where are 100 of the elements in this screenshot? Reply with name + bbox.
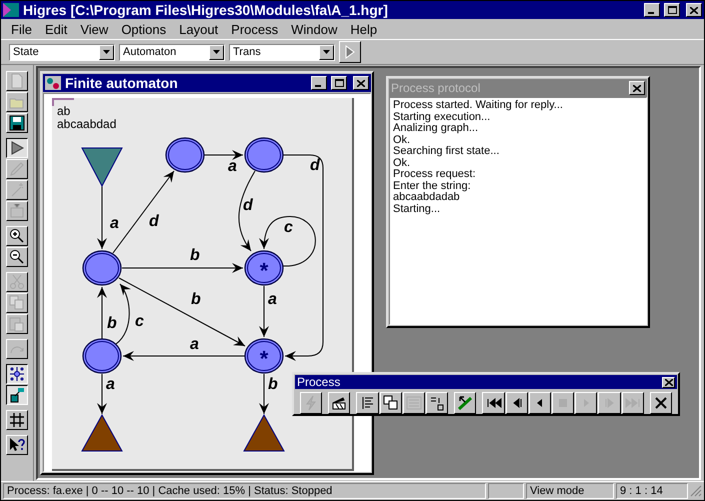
zoom-out-icon	[9, 249, 25, 265]
minimize-button[interactable]	[644, 3, 660, 17]
input-string: ab	[57, 104, 70, 118]
menu-item[interactable]: Layout	[175, 22, 228, 36]
process-button[interactable]	[380, 392, 402, 414]
menu-item[interactable]: File	[7, 22, 41, 36]
menu-item[interactable]: View	[76, 22, 118, 36]
maximize-button[interactable]	[331, 76, 347, 90]
menu-item[interactable]: Edit	[40, 22, 76, 36]
transition-label: c	[135, 313, 144, 330]
play-icon	[345, 45, 355, 59]
transition-label: a	[190, 336, 199, 353]
document-icon	[9, 73, 25, 89]
status-mode: View mode	[526, 483, 614, 499]
dropdown[interactable]: Trans	[229, 44, 335, 60]
close-icon	[652, 395, 669, 411]
close-icon	[664, 378, 672, 386]
process-button[interactable]	[426, 392, 448, 414]
end-triangle	[81, 414, 123, 452]
clapperboard-icon	[331, 395, 348, 411]
window-title: Finite automaton	[65, 75, 179, 91]
status-text: Process: fa.exe | 0 -- 10 -- 10 | Cache used: 15% | Status: Stopped	[3, 483, 486, 499]
state-node	[165, 137, 205, 173]
play-button[interactable]	[339, 41, 361, 63]
state-node	[82, 250, 122, 286]
copy-icon	[9, 295, 25, 311]
magic-wand-icon	[9, 182, 25, 198]
process-button[interactable]	[356, 392, 379, 414]
log-line: Process started. Waiting for reply...	[393, 99, 563, 111]
numbered-list-icon	[429, 395, 446, 411]
dropdown[interactable]: Automaton	[119, 44, 225, 60]
transition-label: b	[268, 376, 278, 393]
maximize-icon	[668, 6, 676, 14]
caret-icon	[213, 50, 220, 54]
transition-label: c	[284, 219, 293, 236]
transition-label: d	[310, 157, 320, 174]
log-line: abcaabdadab	[393, 191, 460, 203]
transition-arrow	[259, 374, 269, 414]
maximize-button[interactable]	[664, 3, 680, 17]
node-layout-icon	[9, 366, 25, 382]
transition-label: b	[191, 291, 201, 308]
transition-label: d	[149, 213, 159, 230]
process-button[interactable]	[482, 392, 505, 414]
menu-item[interactable]: Process	[227, 22, 288, 36]
process-button[interactable]	[454, 392, 476, 414]
close-button[interactable]	[629, 81, 645, 95]
close-button[interactable]	[353, 76, 369, 90]
pointer-tool-icon	[457, 395, 474, 411]
transition-arrow	[204, 150, 244, 160]
close-icon	[357, 80, 365, 86]
log-line: Searching first state...	[393, 145, 500, 157]
paste-icon	[9, 316, 25, 332]
process-button[interactable]	[506, 392, 528, 414]
pen-icon	[9, 161, 25, 177]
transition-label: b	[190, 247, 200, 264]
minimize-button[interactable]	[311, 76, 327, 90]
skip-to-start-icon	[486, 395, 502, 411]
log-line: Enter the string:	[393, 180, 471, 192]
transition-arrow	[97, 374, 107, 414]
dropdown[interactable]: State	[9, 44, 115, 60]
state-node: *	[244, 338, 284, 374]
television-icon	[9, 203, 25, 219]
transition-arrow	[97, 286, 107, 340]
transition-arrow	[97, 186, 107, 250]
process-button[interactable]	[328, 392, 350, 414]
log-line: Analizing graph...	[393, 122, 478, 134]
toolbar-button[interactable]	[6, 138, 28, 158]
zoom-in-icon	[9, 228, 25, 244]
scissors-icon	[9, 274, 25, 290]
caret-icon	[323, 50, 330, 54]
log-line: Process request:	[393, 168, 476, 180]
log-line: Ok.	[393, 156, 410, 168]
list-icon	[406, 395, 422, 411]
transition-label: a	[268, 291, 277, 308]
transition-label: a	[106, 376, 115, 393]
start-triangle	[81, 148, 123, 188]
process-button[interactable]	[650, 392, 672, 414]
menu-item[interactable]: Window	[287, 22, 346, 36]
window-title: Higres [C:\Program Files\Higres30\Modules\fa\A_1.hgr]	[23, 2, 389, 18]
skip-to-end-icon	[624, 395, 641, 411]
menu-item[interactable]: Help	[346, 22, 386, 36]
menu-item[interactable]: Options	[117, 22, 176, 36]
transition-label: b	[107, 315, 117, 332]
window-title: Process protocol	[391, 81, 482, 95]
transition-label: a	[228, 158, 237, 175]
app-icon	[3, 3, 19, 17]
status-panel	[488, 483, 524, 499]
state-node	[82, 338, 122, 374]
process-button[interactable]	[528, 392, 552, 414]
close-button[interactable]	[662, 376, 675, 388]
text-lines-icon	[360, 395, 376, 411]
toolbar-button[interactable]	[6, 364, 28, 384]
toolbar-title: Process	[297, 375, 342, 389]
graph-icon	[45, 76, 61, 90]
transition-label: d	[243, 197, 253, 214]
close-button[interactable]	[686, 3, 702, 17]
help-pointer-icon	[9, 437, 25, 453]
toolbar-button[interactable]	[6, 385, 28, 405]
corner-mark	[52, 98, 74, 106]
log-line: Starting execution...	[393, 110, 490, 122]
